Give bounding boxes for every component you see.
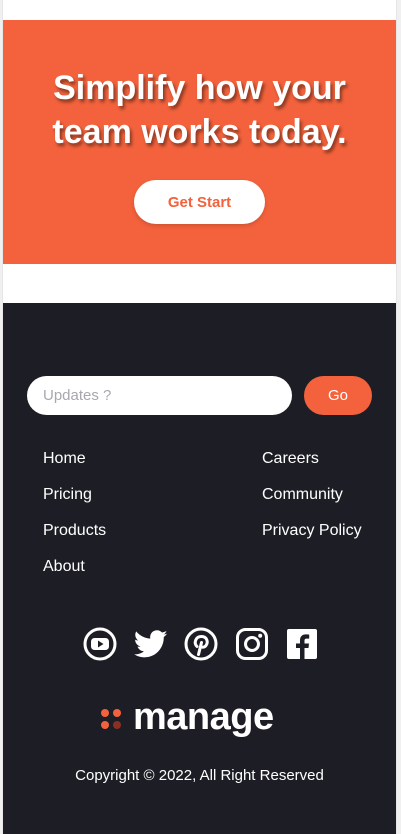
get-start-button[interactable]: Get Start (134, 180, 265, 224)
copyright-text: Copyright © 2022, All Right Reserved (75, 767, 324, 784)
footer-link-pricing[interactable]: Pricing (43, 486, 92, 503)
footer-link-item: Privacy Policy (262, 513, 362, 549)
page-frame: Simplify how your team works today. Get … (3, 0, 396, 834)
cta-headline-line-1: Simplify how your (53, 69, 346, 107)
footer-link-item: Home (43, 441, 106, 477)
footer-link-careers[interactable]: Careers (262, 450, 319, 467)
youtube-icon[interactable] (83, 627, 117, 661)
footer-link-products[interactable]: Products (43, 522, 106, 539)
footer-link-item: Careers (262, 441, 362, 477)
footer-links-left: Home Pricing Products About (43, 441, 106, 585)
social-links (83, 627, 319, 661)
site-footer: Go Home Pricing Products About Careers C… (3, 303, 396, 834)
footer-link-home[interactable]: Home (43, 450, 86, 467)
footer-link-community[interactable]: Community (262, 486, 343, 503)
updates-email-input[interactable] (27, 376, 292, 415)
footer-link-item: Products (43, 513, 106, 549)
footer-link-item: About (43, 549, 106, 585)
instagram-icon[interactable] (235, 627, 269, 661)
cta-headline-line-2: team works today. (52, 113, 347, 151)
manage-logo[interactable]: manage (101, 697, 301, 741)
footer-link-privacy-policy[interactable]: Privacy Policy (262, 522, 362, 539)
cta-banner: Simplify how your team works today. Get … (3, 20, 396, 264)
footer-links-right: Careers Community Privacy Policy (262, 441, 362, 549)
logo-wordmark: manage (133, 696, 274, 738)
pinterest-icon[interactable] (184, 627, 218, 661)
footer-link-about[interactable]: About (43, 558, 85, 575)
logo-mark (101, 709, 123, 731)
twitter-icon[interactable] (133, 627, 168, 661)
facebook-icon[interactable] (285, 627, 319, 661)
go-button[interactable]: Go (304, 376, 372, 415)
cta-headline: Simplify how your team works today. (3, 66, 396, 154)
footer-link-item: Pricing (43, 477, 106, 513)
footer-link-item: Community (262, 477, 362, 513)
